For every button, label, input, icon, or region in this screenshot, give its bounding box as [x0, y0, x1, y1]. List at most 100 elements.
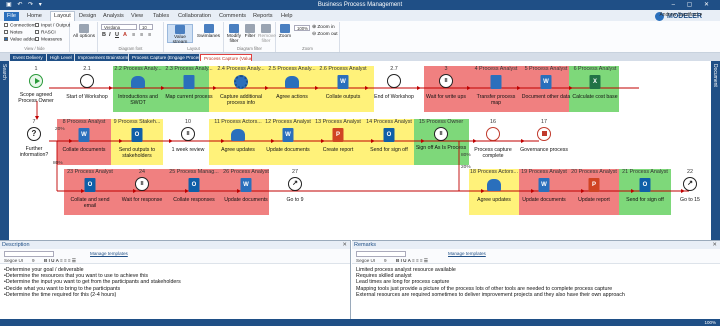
step-24[interactable]: 24 II Wait for response	[116, 169, 168, 215]
doc-tab-process-capture-value[interactable]: Process Capture (Value)	[200, 54, 252, 61]
step-11[interactable]: 11 Process Actors... Agree updates	[213, 119, 263, 165]
step-22[interactable]: 22 ↗ Go to 15	[671, 169, 709, 215]
style-select[interactable]	[4, 251, 54, 257]
close-icon[interactable]: ✕	[342, 241, 347, 249]
step-1[interactable]: 1 Scope agreed Process Owner	[15, 66, 57, 112]
step-5[interactable]: 5 Process Analyst W Document other data	[521, 66, 571, 112]
all-options-button[interactable]: All options	[72, 24, 96, 39]
tab-reports[interactable]: Reports	[250, 12, 276, 21]
tab-collaboration[interactable]: Collaboration	[175, 12, 214, 21]
process-diagram-canvas[interactable]: 1 Scope agreed Process Owner 2.1 Start o…	[9, 61, 711, 240]
step-6[interactable]: 6 Process Analyst X Calculate cost base	[571, 66, 619, 112]
align-left-icon[interactable]: ≡	[132, 32, 135, 38]
doc-tab-process-capture-engage[interactable]: Process Capture (Engage Process)	[129, 54, 199, 61]
step-23[interactable]: 23 Process Analyst O Collate and send em…	[64, 169, 116, 215]
tab-analysis[interactable]: Analysis	[100, 12, 127, 21]
step-15[interactable]: 15 Process Owner II Sign off As Is Proce…	[415, 119, 467, 165]
font-select[interactable]: Segoe UI	[356, 258, 375, 263]
font-select[interactable]: Segoe UI	[4, 258, 23, 263]
pause-icon: II	[439, 74, 453, 88]
toggle-input-output[interactable]: Input / Output	[35, 23, 70, 28]
group-label: Diagram font	[118, 46, 143, 51]
doc-tab-improvement-brainstorm[interactable]: Improvement Brainstorm	[75, 54, 128, 61]
step-25[interactable]: 25 Process Manag... O Collate responses	[168, 169, 220, 215]
manage-templates-link[interactable]: Manage templates	[448, 251, 486, 256]
italic-button[interactable]: I	[109, 32, 111, 38]
style-select[interactable]	[356, 251, 406, 257]
format-buttons[interactable]: B I U A ≡ ≡ ≡ ☰	[396, 258, 428, 264]
step-13[interactable]: 13 Process Analyst P Create report	[313, 119, 363, 165]
step-3[interactable]: 3 II Wait for write ups	[421, 66, 471, 112]
step-16[interactable]: 16 Process capture complete	[467, 119, 519, 165]
step-2-5[interactable]: 2.5 Process Analy... Agree actions	[267, 66, 317, 112]
step-2-2[interactable]: 2.2 Process Analy... Introductions and S…	[113, 66, 163, 112]
size-select[interactable]: 9	[384, 258, 387, 263]
step-10[interactable]: 10 II 1 week review	[163, 119, 213, 165]
step-label: Send outputs to stakeholders	[118, 147, 156, 159]
filter-button[interactable]: Filter	[243, 24, 257, 39]
remove-filter-button[interactable]: Remove filter	[258, 24, 276, 44]
modify-filter-button[interactable]: Modify filter	[226, 24, 242, 44]
search-sidebar-collapsed[interactable]: Search	[0, 61, 9, 240]
remarks-text[interactable]: Limited process analyst resource availab…	[356, 267, 716, 298]
step-14[interactable]: 14 Process Analyst O Send for sign off	[363, 119, 415, 165]
tab-view[interactable]: View	[128, 12, 146, 21]
tab-file[interactable]: File	[4, 12, 20, 21]
step-2-6[interactable]: 2.6 Process Analyst W Collate outputs	[317, 66, 369, 112]
zoom-out-button[interactable]: ⊖ Zoom out	[312, 32, 338, 37]
doc-tab-event-delivery[interactable]: Event Delivery	[10, 54, 46, 61]
font-color-button[interactable]: A	[123, 32, 127, 38]
step-4[interactable]: 4 Process Analyst Transfer process map	[471, 66, 521, 112]
toggle-value-added[interactable]: Value added	[4, 37, 37, 42]
word-document-icon: W	[240, 178, 252, 192]
step-7-decision[interactable]: 7 ? Further information?	[13, 119, 55, 165]
step-26[interactable]: 26 Process Analyst W Update documents	[220, 169, 272, 215]
tab-comments[interactable]: Comments	[216, 12, 249, 21]
tab-design[interactable]: Design	[76, 12, 99, 21]
swimlanes-button[interactable]: Swimlanes	[195, 24, 222, 39]
tab-tables[interactable]: Tables	[150, 12, 172, 21]
toggle-connections[interactable]: Connections	[4, 23, 37, 28]
manage-templates-link[interactable]: Manage templates	[90, 251, 128, 256]
step-2-4[interactable]: 2.4 Process Analy... Capture additional …	[215, 66, 267, 112]
step-2-3[interactable]: 2.3 Process Analy... Map current process	[165, 66, 213, 112]
step-9[interactable]: 9 Process Stakeh... O Send outputs to st…	[111, 119, 163, 165]
bold-button[interactable]: B	[102, 32, 106, 38]
step-2-7[interactable]: 2.7 End of Workshop	[369, 66, 419, 112]
step-19[interactable]: 19 Process Analyst W Update documents	[519, 169, 569, 215]
doc-tab-high-level[interactable]: High Level	[47, 54, 74, 61]
zoom-level-select[interactable]: 100%	[294, 25, 310, 31]
step-18[interactable]: 18 Process Actors... Agree updates	[469, 169, 519, 215]
toggle-notes[interactable]: Notes	[4, 30, 23, 35]
user-menu[interactable]: Andrew Sandford ▾	[659, 12, 702, 18]
format-buttons[interactable]: B I U A ≡ ≡ ≡ ☰	[44, 258, 76, 264]
step-12[interactable]: 12 Process Analyst W Update documents	[263, 119, 313, 165]
step-21[interactable]: 21 Process Analyst O Send for sign off	[619, 169, 671, 215]
step-27[interactable]: 27 ↗ Go to 9	[272, 169, 318, 215]
tab-help[interactable]: Help	[278, 12, 296, 21]
zoom-in-button[interactable]: ⊕ Zoom in	[312, 25, 335, 30]
step-number: 27	[292, 169, 298, 175]
align-right-icon[interactable]: ≡	[148, 32, 151, 38]
font-size-select[interactable]: 10	[139, 24, 153, 30]
document-sidebar-collapsed[interactable]: Document	[711, 61, 720, 240]
description-text[interactable]: •Determine your goal / deliverable •Dete…	[4, 267, 346, 298]
step-2-1[interactable]: 2.1 Start of Workshop	[63, 66, 111, 112]
step-17[interactable]: 17 Governance process	[519, 119, 569, 165]
font-family-select[interactable]: Verdana	[101, 24, 137, 30]
size-select[interactable]: 9	[32, 258, 35, 263]
step-8[interactable]: 8 Process Analyst W Collate documents	[57, 119, 111, 165]
window-controls[interactable]: – ▢ ✕	[672, 0, 714, 10]
underline-button[interactable]: U	[115, 32, 119, 38]
align-center-icon[interactable]: ≡	[140, 32, 143, 38]
tab-layout[interactable]: Layout	[50, 11, 75, 21]
step-20[interactable]: 20 Process Analyst P Update report	[569, 169, 619, 215]
word-document-icon: W	[78, 128, 90, 142]
value-stream-button[interactable]: Value stream	[167, 24, 193, 45]
status-zoom[interactable]: 100%	[704, 319, 716, 326]
tab-home[interactable]: Home	[24, 12, 45, 21]
toggle-measures[interactable]: Measures	[35, 37, 62, 42]
zoom-button[interactable]: Zoom	[278, 24, 292, 39]
toggle-rasci[interactable]: RASCI	[35, 30, 56, 35]
close-icon[interactable]: ✕	[712, 241, 717, 249]
